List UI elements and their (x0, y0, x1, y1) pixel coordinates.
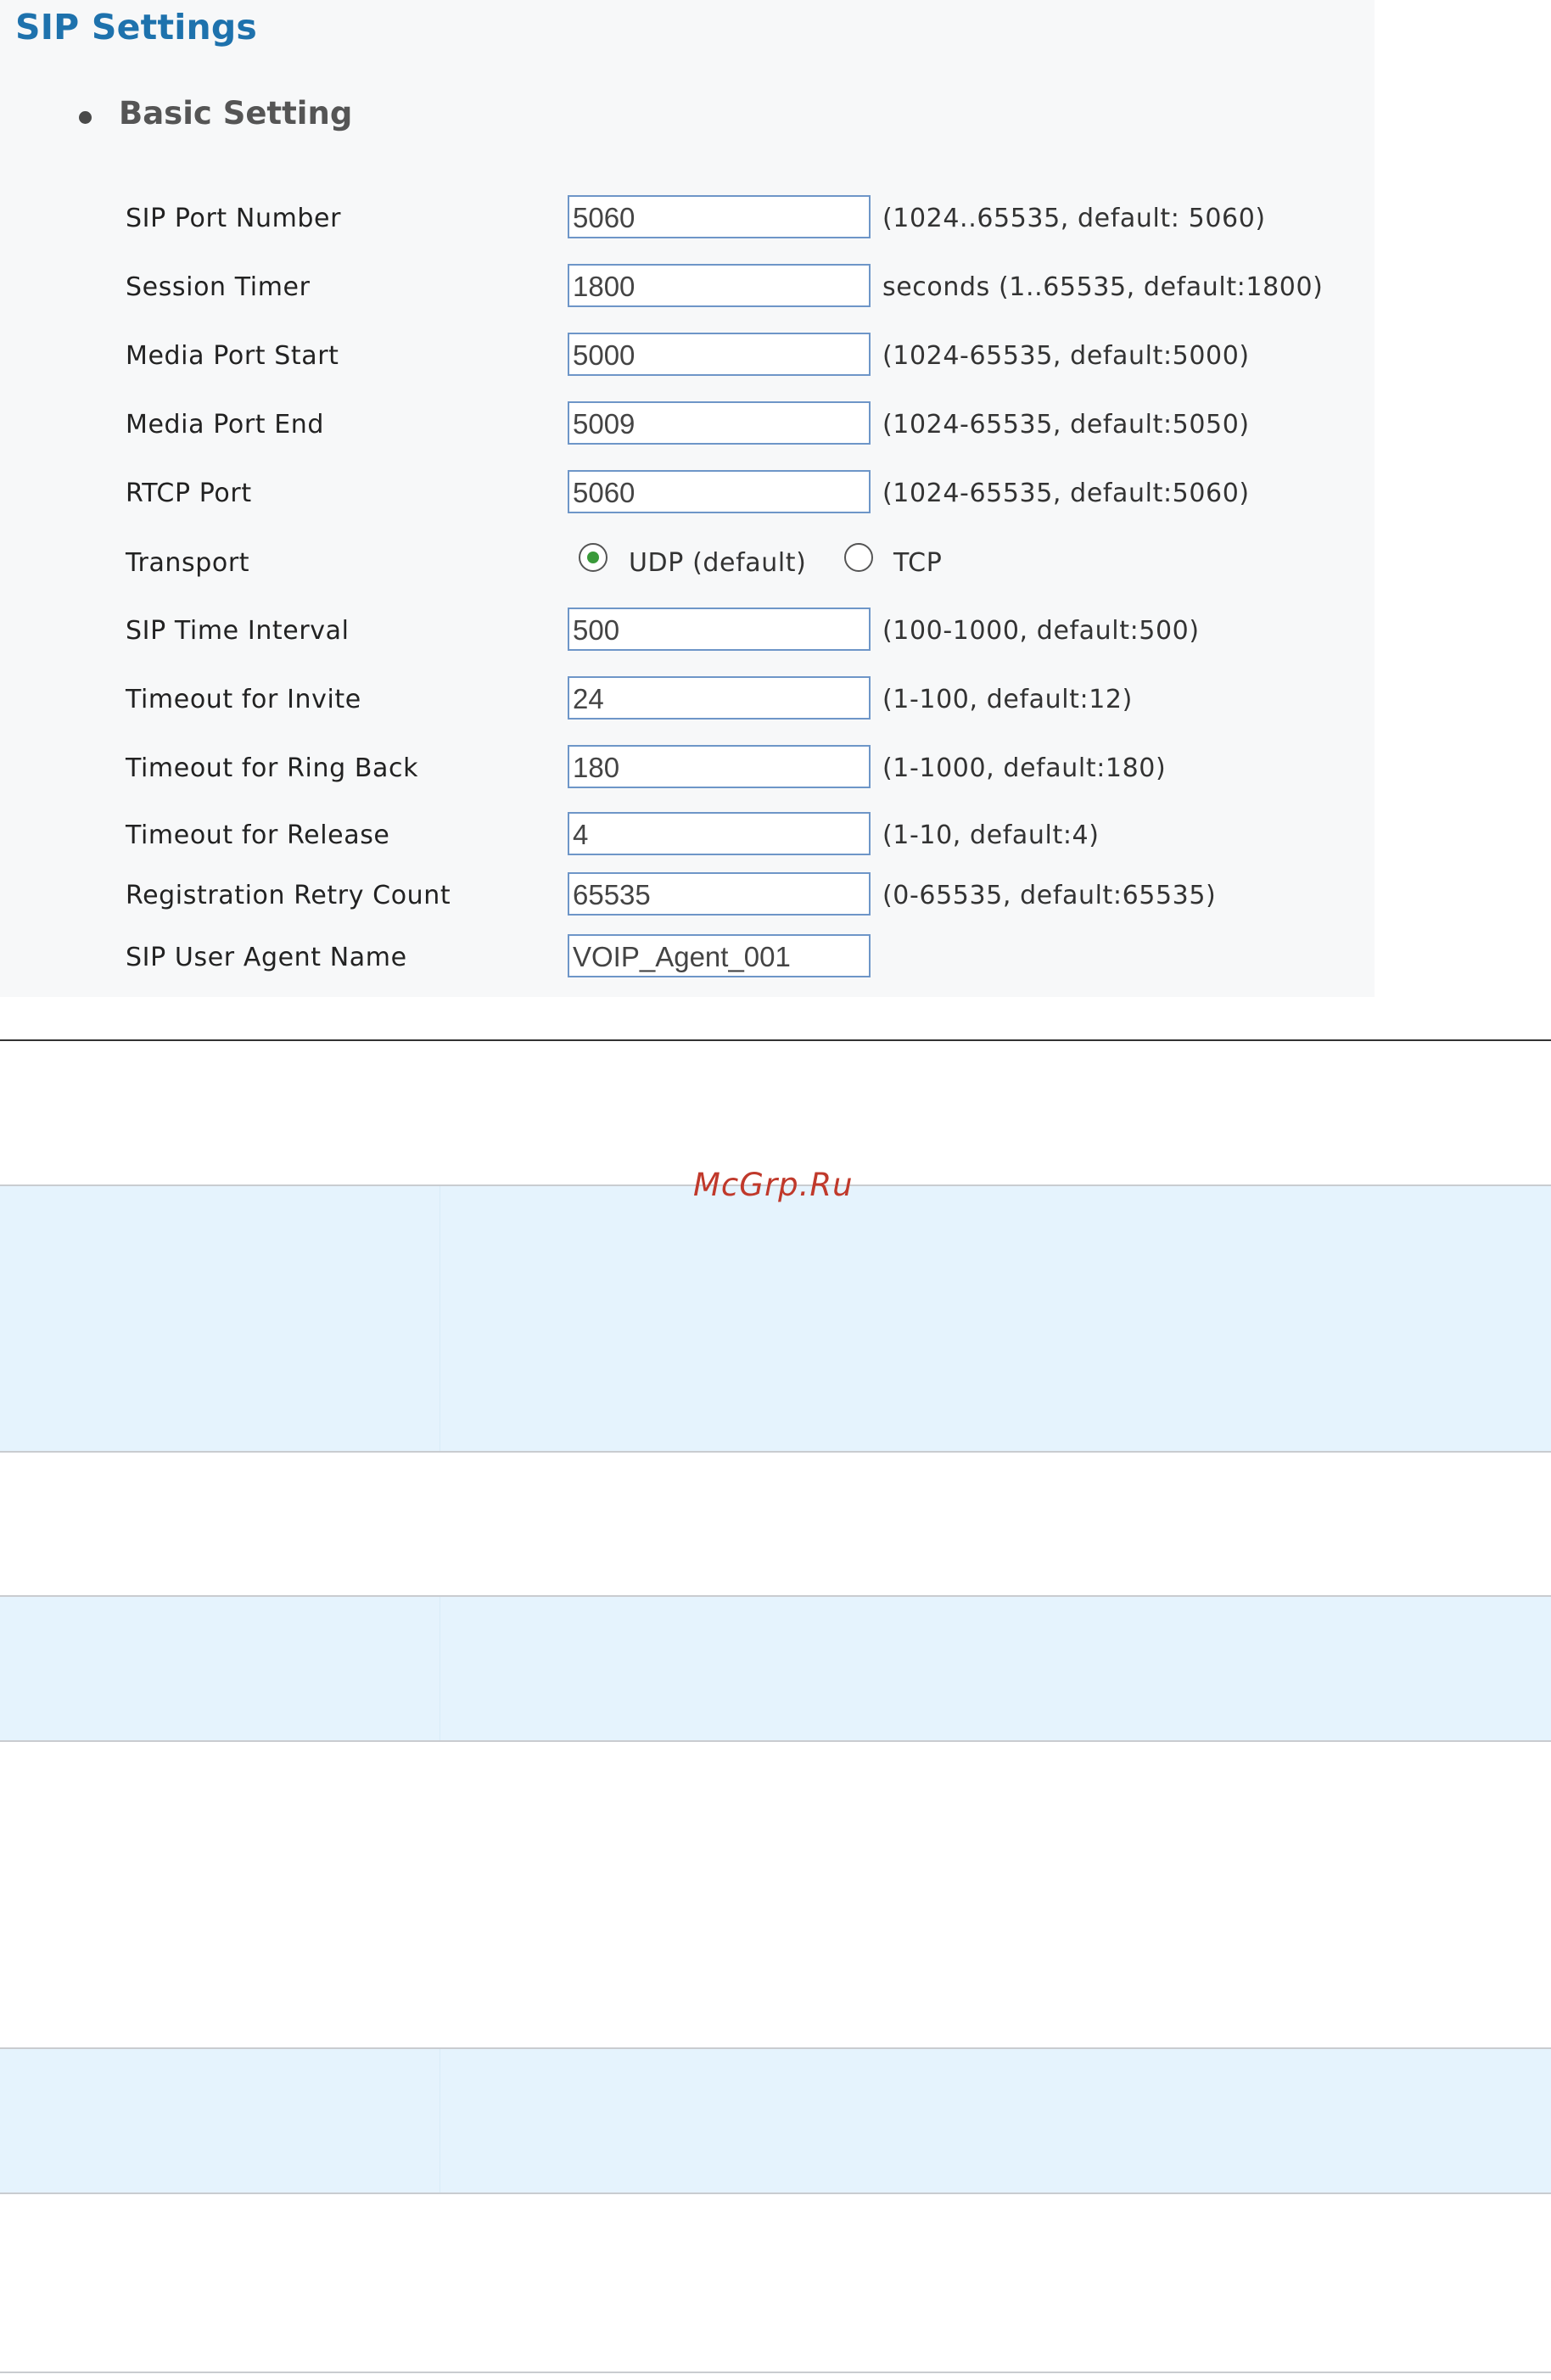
sip-port-number-hint: (1024..65535, default: 5060) (882, 204, 1266, 233)
form-row-timeout-release: Timeout for Release 4 (1-10, default:4) (0, 812, 1375, 863)
sip-time-interval-input[interactable]: 500 (568, 608, 871, 651)
timeout-release-input[interactable]: 4 (568, 812, 871, 855)
form-row-timeout-ring-back: Timeout for Ring Back 180 (1-1000, defau… (0, 745, 1375, 796)
form-row-rtcp-port: RTCP Port 5060 (1024-65535, default:5060… (0, 470, 1375, 521)
timeout-invite-input[interactable]: 24 (568, 676, 871, 720)
watermark: McGrp.Ru (693, 1167, 854, 1203)
form-row-sip-time-interval: SIP Time Interval 500 (100-1000, default… (0, 608, 1375, 658)
sip-port-number-label: SIP Port Number (126, 204, 342, 233)
media-port-end-hint: (1024-65535, default:5050) (882, 410, 1250, 440)
rtcp-port-input[interactable]: 5060 (568, 470, 871, 513)
sip-time-interval-hint: (100-1000, default:500) (882, 616, 1200, 646)
transport-tcp-label[interactable]: TCP (893, 548, 942, 578)
timeout-invite-hint: (1-100, default:12) (882, 685, 1133, 714)
form-row-session-timer: Session Timer 1800 seconds (1..65535, de… (0, 264, 1375, 315)
transport-tcp-radio[interactable] (844, 543, 873, 572)
form-row-sip-port-number: SIP Port Number 5060 (1024..65535, defau… (0, 195, 1375, 246)
media-port-start-input[interactable]: 5000 (568, 333, 871, 376)
form-row-media-port-start: Media Port Start 5000 (1024-65535, defau… (0, 333, 1375, 384)
session-timer-label: Session Timer (126, 272, 311, 302)
sip-time-interval-label: SIP Time Interval (126, 616, 350, 646)
registration-retry-count-label: Registration Retry Count (126, 881, 451, 910)
rtcp-port-hint: (1024-65535, default:5060) (882, 479, 1250, 508)
transport-udp-radio[interactable] (579, 543, 608, 572)
media-port-end-input[interactable]: 5009 (568, 401, 871, 445)
transport-udp-label[interactable]: UDP (default) (629, 548, 806, 578)
bullet-icon (79, 111, 92, 124)
table-band-2 (0, 1595, 1551, 1742)
sip-user-agent-name-input[interactable]: VOIP_Agent_001 (568, 934, 871, 977)
form-row-timeout-invite: Timeout for Invite 24 (1-100, default:12… (0, 676, 1375, 727)
rtcp-port-label: RTCP Port (126, 479, 252, 508)
section-title: Basic Setting (119, 95, 353, 132)
timeout-ring-back-hint: (1-1000, default:180) (882, 753, 1167, 783)
form-row-media-port-end: Media Port End 5009 (1024-65535, default… (0, 401, 1375, 452)
media-port-start-hint: (1024-65535, default:5000) (882, 341, 1250, 371)
sip-port-number-input[interactable]: 5060 (568, 195, 871, 238)
session-timer-input[interactable]: 1800 (568, 264, 871, 307)
section-divider (0, 1039, 1551, 1041)
timeout-ring-back-label: Timeout for Ring Back (126, 753, 419, 783)
form-row-transport: Transport UDP (default) TCP (0, 540, 1375, 591)
sip-settings-panel: SIP Settings Basic Setting SIP Port Numb… (0, 0, 1375, 997)
timeout-invite-label: Timeout for Invite (126, 685, 361, 714)
table-bottom-line (0, 2372, 1551, 2373)
transport-label: Transport (126, 548, 250, 578)
table-band-1 (0, 1184, 1551, 1453)
timeout-release-label: Timeout for Release (126, 820, 390, 850)
session-timer-hint: seconds (1..65535, default:1800) (882, 272, 1324, 302)
timeout-ring-back-input[interactable]: 180 (568, 745, 871, 788)
registration-retry-count-input[interactable]: 65535 (568, 872, 871, 916)
table-band-3 (0, 2047, 1551, 2194)
timeout-release-hint: (1-10, default:4) (882, 820, 1100, 850)
registration-retry-count-hint: (0-65535, default:65535) (882, 881, 1217, 910)
media-port-start-label: Media Port Start (126, 341, 339, 371)
media-port-end-label: Media Port End (126, 410, 325, 440)
form-row-sip-user-agent-name: SIP User Agent Name VOIP_Agent_001 (0, 934, 1375, 985)
sip-user-agent-name-label: SIP User Agent Name (126, 943, 407, 972)
form-row-registration-retry-count: Registration Retry Count 65535 (0-65535,… (0, 872, 1375, 923)
page-title: SIP Settings (15, 7, 258, 48)
